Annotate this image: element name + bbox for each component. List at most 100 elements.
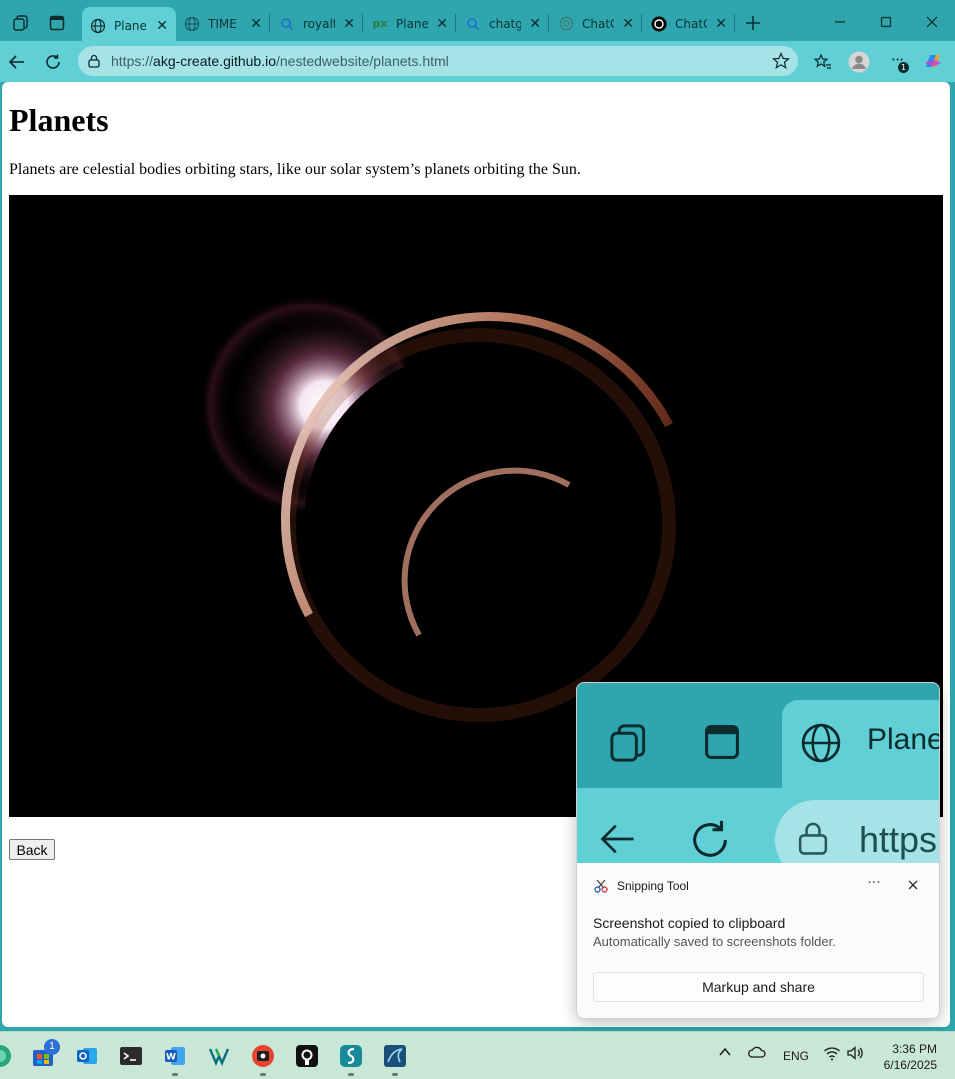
tab-title: royalty (303, 16, 335, 31)
maximize-button[interactable] (866, 8, 906, 36)
language-indicator[interactable]: ENG (783, 1049, 809, 1063)
tab-chatgpt-1[interactable]: ChatGPT ✕ (550, 7, 642, 40)
close-icon[interactable] (904, 876, 922, 894)
refresh-icon (693, 820, 727, 857)
running-indicator (348, 1073, 354, 1076)
taskbar-vscode-app[interactable] (206, 1043, 232, 1069)
tab-title: chatgpt (489, 16, 521, 31)
lock-icon (798, 822, 828, 855)
tab-planets-active[interactable]: Planets ✕ (82, 7, 176, 44)
running-indicator (392, 1073, 398, 1076)
arrow-left-icon (8, 55, 24, 69)
volume-icon (847, 1046, 863, 1060)
profile-button[interactable] (844, 47, 874, 77)
tab-separator (734, 14, 735, 32)
screen-recorder-icon (252, 1045, 274, 1067)
close-tab-icon[interactable]: ✕ (343, 16, 355, 32)
workspaces-icon (13, 15, 28, 31)
tab-planets-pexels[interactable]: px Planets ✕ (364, 7, 456, 40)
tab-royalty[interactable]: royalty ✕ (271, 7, 363, 40)
avatar-icon (848, 51, 870, 73)
tab-title: Planets (114, 18, 146, 33)
address-bar[interactable]: https://akg-create.github.io/nestedwebsi… (78, 46, 798, 76)
lock-icon[interactable] (86, 53, 102, 69)
tab-title: ChatGPT (675, 16, 707, 31)
copilot-button[interactable] (918, 47, 948, 77)
tab-chatgpt-search[interactable]: chatgpt ✕ (457, 7, 549, 40)
wifi-icon (824, 1047, 840, 1061)
screenshot-preview[interactable]: Plane https (577, 683, 940, 863)
globe-icon (90, 18, 106, 34)
taskbar-github-app[interactable] (294, 1043, 320, 1069)
workspaces-icon (610, 724, 646, 762)
refresh-button[interactable] (38, 47, 68, 77)
widgets-button[interactable] (0, 1043, 13, 1069)
notification-body: Snipping Tool ··· Screenshot copied to c… (577, 863, 939, 1018)
markup-and-share-button[interactable]: Markup and share (593, 972, 924, 1002)
close-tab-icon[interactable]: ✕ (529, 16, 541, 32)
workspaces-button[interactable] (7, 9, 35, 37)
browser-toolbar: https://akg-create.github.io/nestedwebsi… (0, 41, 955, 82)
settings-menu-button[interactable]: ··· 1 (882, 47, 912, 77)
tab-separator (455, 14, 456, 32)
onedrive-button[interactable] (748, 1045, 766, 1062)
chatgpt-icon (558, 16, 574, 32)
tab-separator (362, 14, 363, 32)
system-clock[interactable]: 3:36 PM 6/16/2025 (884, 1041, 937, 1073)
back-nav-button[interactable] (2, 47, 32, 77)
close-tab-icon[interactable]: ✕ (250, 16, 262, 32)
notification-badge: 1 (898, 62, 909, 73)
favorites-button[interactable] (808, 47, 838, 77)
vertical-tabs-icon (705, 725, 739, 759)
maximize-icon (880, 16, 892, 28)
weather-widget-icon (0, 1045, 11, 1067)
network-button[interactable] (823, 1045, 841, 1064)
github-icon (296, 1045, 318, 1067)
page-title: Planets (9, 102, 109, 138)
terminal-icon (120, 1047, 142, 1065)
close-tab-icon[interactable]: ✕ (715, 16, 727, 32)
plus-icon (746, 16, 760, 30)
openai-icon (651, 16, 667, 32)
svg-text:W: W (166, 1053, 176, 1063)
taskbar-recorder-app[interactable] (250, 1043, 276, 1069)
close-tab-icon[interactable]: ✕ (436, 16, 448, 32)
taskbar-terminal-app[interactable] (118, 1043, 144, 1069)
search-icon (465, 16, 481, 32)
url-text[interactable]: https://akg-create.github.io/nestedwebsi… (111, 53, 449, 69)
visual-studio-icon (208, 1048, 230, 1067)
minimize-button[interactable] (820, 8, 860, 36)
taskbar-mysql-app[interactable] (382, 1043, 408, 1069)
store-badge: 1 (44, 1039, 60, 1055)
favorite-star-icon[interactable] (772, 52, 790, 70)
close-window-button[interactable] (912, 8, 952, 36)
taskbar-word-app[interactable]: W (162, 1043, 188, 1069)
back-button[interactable]: Back (9, 839, 55, 860)
tab-time[interactable]: TIME Ear ✕ (176, 7, 270, 40)
taskbar: 1 W ENG 3:36 PM 6/16/2025 (0, 1031, 955, 1079)
tab-separator (548, 14, 549, 32)
page-description: Planets are celestial bodies orbiting st… (9, 161, 581, 178)
close-tab-icon[interactable]: ✕ (156, 18, 168, 34)
tab-chatgpt-2[interactable]: ChatGPT ✕ (643, 7, 735, 40)
snipping-tool-notification[interactable]: Plane https Snipping Tool ··· Screenshot… (576, 682, 940, 1019)
preview-tab-title: Plane (867, 723, 940, 756)
taskbar-outlook-app[interactable] (74, 1043, 100, 1069)
cloud-icon (748, 1046, 766, 1058)
volume-button[interactable] (846, 1045, 864, 1064)
show-hidden-icons-button[interactable] (718, 1045, 732, 1062)
notification-detail: Automatically saved to screenshots folde… (593, 934, 836, 949)
running-indicator (172, 1073, 178, 1076)
url-host: akg-create.github.io (153, 53, 276, 69)
close-tab-icon[interactable]: ✕ (622, 16, 634, 32)
tab-actions-button[interactable] (43, 9, 71, 37)
taskbar-store-app[interactable]: 1 (30, 1039, 60, 1069)
globe-icon (184, 16, 200, 32)
minimize-icon (835, 21, 845, 23)
more-options-button[interactable]: ··· (864, 875, 884, 895)
new-tab-button[interactable] (739, 9, 767, 37)
running-indicator (260, 1073, 266, 1076)
taskbar-surfshark-app[interactable] (338, 1043, 364, 1069)
word-icon: W (165, 1047, 185, 1065)
preview-url: https (859, 819, 938, 860)
